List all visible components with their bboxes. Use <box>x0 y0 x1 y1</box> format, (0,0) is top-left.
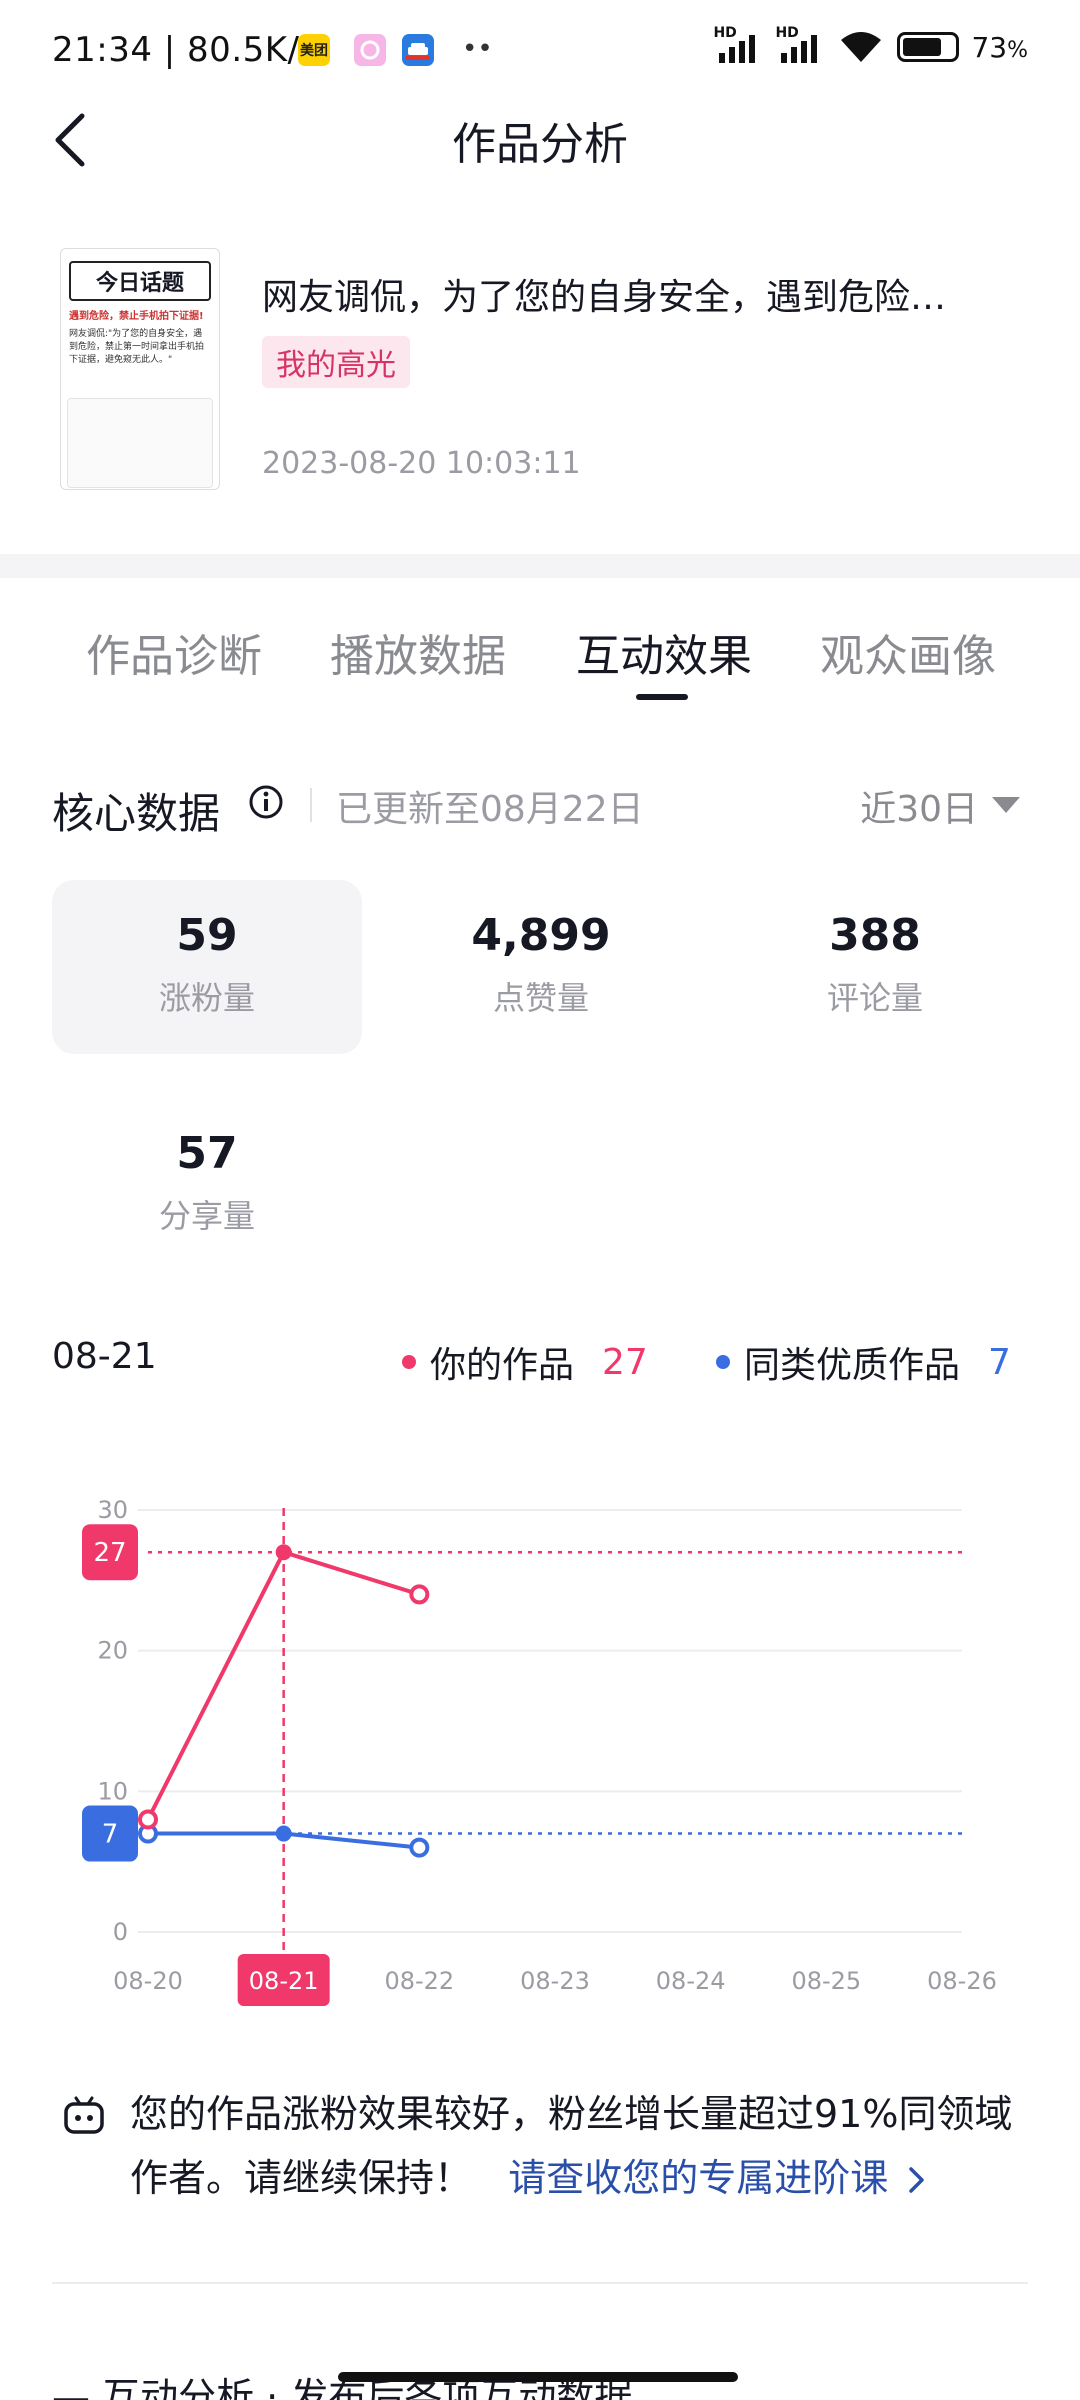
tab-bar: 作品诊断 播放数据 互动效果 观众画像 <box>0 620 1080 700</box>
legend-yours-value: 27 <box>602 1341 648 1383</box>
legend-peer-label: 同类优质作品 <box>744 1345 961 1386</box>
x-tick-label: 08-25 <box>791 1967 861 1995</box>
y-tick-label: 0 <box>113 1918 128 1946</box>
y-tick-label: 10 <box>97 1777 128 1805</box>
status-time: 21:34 | 80.5K/s <box>52 30 318 70</box>
x-tick-label: 08-26 <box>927 1967 997 1995</box>
tab-diagnosis[interactable]: 作品诊断 <box>86 620 262 684</box>
peer-value-badge-label: 7 <box>102 1820 119 1850</box>
metric-label: 分享量 <box>158 1197 255 1235</box>
thumb-comment-preview <box>67 398 213 488</box>
x-tick-label: 08-24 <box>656 1967 726 1995</box>
course-link[interactable]: 请查收您的专属进阶课 <box>484 2156 928 2200</box>
yours-point <box>409 1584 430 1605</box>
info-icon[interactable] <box>248 784 284 820</box>
battery-percent: 73 <box>971 30 1008 64</box>
legend-dot-yours <box>402 1355 416 1369</box>
work-thumbnail[interactable]: 今日话题 遇到危险，禁止手机拍下证据! 网友调侃:"为了您的自身安全，遇到危险，… <box>60 248 220 490</box>
date-range-label: 近30日 <box>860 789 978 830</box>
next-section-peek: — 互动分析 · 发布后各项互动数据 <box>52 2375 633 2400</box>
x-tick-label: 08-23 <box>520 1967 590 1995</box>
legend-dot-peer <box>716 1355 730 1369</box>
tab-interaction[interactable]: 互动效果 <box>576 620 752 684</box>
peer-point-selected <box>275 1825 292 1842</box>
legend-peer: 同类优质作品 7 <box>716 1336 1011 1388</box>
back-arrow-icon <box>55 113 85 167</box>
legend-yours: 你的作品 27 <box>402 1336 648 1388</box>
metric-shares[interactable]: 57 分享量 <box>52 1098 362 1272</box>
legend-yours-label: 你的作品 <box>430 1345 575 1386</box>
metric-label: 评论量 <box>826 979 923 1017</box>
yours-value-badge-label: 27 <box>93 1538 126 1568</box>
thumb-body: 网友调侃:"为了您的自身安全，遇到危险，禁止第一时间拿出手机拍下证据，避免窥无此… <box>69 329 205 365</box>
updated-date: 已更新至08月22日 <box>336 789 644 830</box>
flower-app-icon <box>354 34 386 66</box>
triangle-down-icon <box>992 797 1020 813</box>
yours-point <box>138 1809 158 1830</box>
meituan-app-icon: 美团 <box>298 34 330 66</box>
peer-point <box>409 1837 430 1858</box>
robot-icon <box>64 2096 104 2134</box>
more-notifications-icon: •• <box>462 34 493 64</box>
legend-peer-value: 7 <box>988 1341 1011 1383</box>
metric-value: 57 <box>176 1128 238 1179</box>
x-tick-label-selected: 08-21 <box>249 1967 319 1995</box>
active-tab-indicator <box>636 694 688 700</box>
metric-value: 388 <box>829 910 921 961</box>
thumb-heading: 今日话题 <box>69 261 211 301</box>
back-button[interactable] <box>52 108 100 172</box>
line-chart[interactable]: 0 10 20 30 08-20 08-21 08-22 08-23 08-24 08-25 08-… <box>0 1460 1080 2020</box>
signal2-icon: HD <box>775 25 825 63</box>
tab-playback-data[interactable]: 播放数据 <box>330 620 506 684</box>
insight-text: 您的作品涨粉效果较好，粉丝增长量超过91%同领域作者。请继续保持！ 请查收您的专… <box>130 2082 1030 2210</box>
chevron-right-icon <box>909 2167 925 2193</box>
date-range-dropdown[interactable]: 近30日 <box>860 780 1020 832</box>
metric-followers[interactable]: 59 涨粉量 <box>52 880 362 1054</box>
chart-selected-date: 08-21 <box>52 1336 157 1377</box>
highlight-tag: 我的高光 <box>262 336 410 388</box>
wifi-icon <box>841 32 882 62</box>
metric-likes[interactable]: 4,899 点赞量 <box>386 880 696 1054</box>
content-divider <box>52 2282 1028 2284</box>
status-right: HD HD 73% <box>713 25 1028 64</box>
home-indicator[interactable] <box>338 2372 738 2382</box>
metric-value: 4,899 <box>471 910 611 961</box>
tab-audience[interactable]: 观众画像 <box>820 620 996 684</box>
metric-label: 点赞量 <box>492 979 589 1017</box>
battery-icon <box>897 32 960 62</box>
y-tick-label: 30 <box>97 1496 128 1524</box>
metric-value: 59 <box>176 910 238 961</box>
yours-point-selected <box>275 1544 292 1561</box>
header-separator <box>310 788 312 822</box>
y-tick-label: 20 <box>97 1637 128 1665</box>
metric-comments[interactable]: 388 评论量 <box>720 880 1030 1054</box>
x-tick-label: 08-22 <box>384 1967 454 1995</box>
section-divider <box>0 554 1080 578</box>
signal1-icon: HD <box>713 25 763 63</box>
work-title[interactable]: 网友调侃，为了您的自身安全，遇到危险… <box>262 268 1032 320</box>
car-app-icon <box>402 34 434 66</box>
page-title: 作品分析 <box>452 119 628 170</box>
thumb-subheading: 遇到危险，禁止手机拍下证据! <box>69 311 204 322</box>
x-tick-label: 08-20 <box>113 1967 183 1995</box>
publish-date: 2023-08-20 10:03:11 <box>262 446 581 481</box>
metric-label: 涨粉量 <box>158 979 255 1017</box>
core-data-title: 核心数据 <box>52 789 221 838</box>
